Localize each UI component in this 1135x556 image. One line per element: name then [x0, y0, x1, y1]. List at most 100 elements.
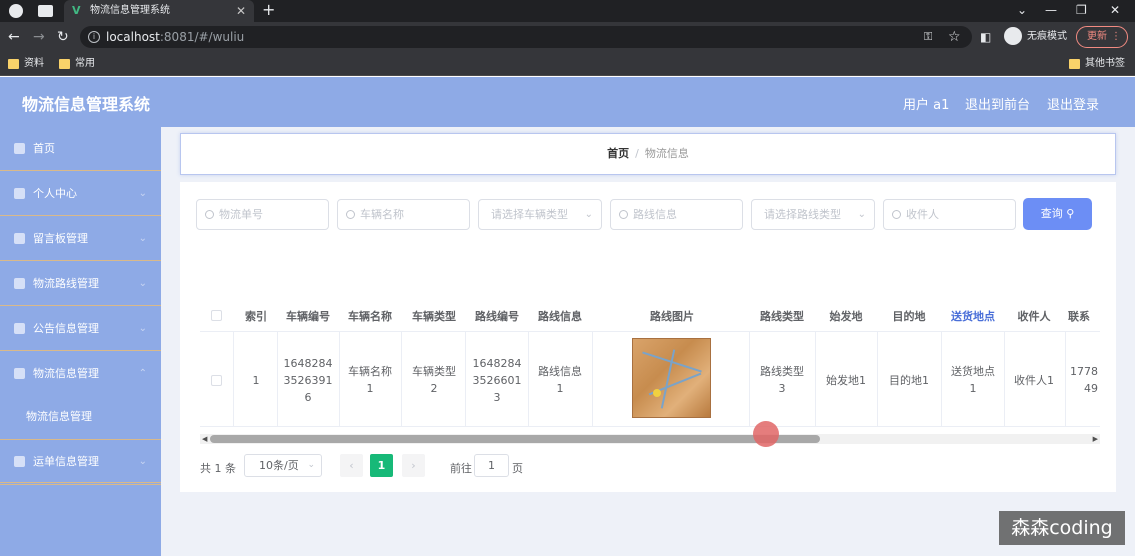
- select-all-checkbox[interactable]: [211, 310, 222, 321]
- column-header[interactable]: 送货地点: [944, 304, 1002, 330]
- row-checkbox[interactable]: [211, 375, 222, 386]
- cell-line: 路线类型: [760, 365, 804, 378]
- page-unit-label: 页: [512, 462, 523, 475]
- placeholder: 收件人: [906, 208, 939, 221]
- submenu-item-logistics[interactable]: 物流信息管理: [0, 397, 161, 437]
- search-icon: ⚲: [1066, 207, 1075, 220]
- cell-origin: 始发地1: [826, 374, 866, 387]
- column-header[interactable]: 车辆类型: [405, 304, 463, 330]
- cell-line: 3526391: [283, 374, 333, 387]
- route-info-input[interactable]: 路线信息: [610, 199, 743, 230]
- next-page-button[interactable]: ›: [402, 454, 425, 477]
- sidebar-item-notice[interactable]: 公告信息管理 ⌄: [0, 307, 161, 351]
- receiver-input[interactable]: 收件人: [883, 199, 1016, 230]
- cell-line: 车辆名称: [348, 365, 392, 378]
- cell-receiver: 收件人1: [1014, 374, 1054, 387]
- browser-tab[interactable]: V 物流信息管理系统 ✕: [64, 0, 254, 22]
- incognito-label: 无痕模式: [1027, 31, 1067, 42]
- cell-route-no: 1648284 3526601 3: [468, 355, 526, 406]
- column-header[interactable]: 索引: [236, 304, 276, 330]
- restore-icon[interactable]: ❐: [1076, 0, 1087, 20]
- bookmark-folder[interactable]: 其他书签: [1069, 56, 1125, 72]
- route-map-image[interactable]: [632, 338, 711, 418]
- close-icon[interactable]: ✕: [236, 0, 246, 22]
- vehicle-type-select[interactable]: 请选择车辆类型 ⌄: [478, 199, 602, 230]
- scroll-left-icon[interactable]: ◀: [202, 434, 207, 444]
- logout-link[interactable]: 退出登录: [1047, 94, 1099, 113]
- column-header[interactable]: 车辆名称: [341, 304, 399, 330]
- user-label[interactable]: 用户 a1: [903, 94, 949, 113]
- info-icon[interactable]: i: [88, 31, 100, 43]
- user-icon: [14, 323, 25, 334]
- cell-delivery: 送货地点 1: [944, 363, 1002, 397]
- minimize-icon[interactable]: —: [1045, 0, 1057, 20]
- chevron-down-icon: ⌄: [138, 456, 147, 467]
- sidebar-item-personal[interactable]: 个人中心 ⌄: [0, 172, 161, 216]
- bookmark-folder[interactable]: 资料: [8, 56, 44, 72]
- url-field[interactable]: i localhost:8081/#/wuliu: [80, 26, 972, 48]
- chevron-down-icon: ⌄: [857, 209, 866, 220]
- menu-dots-icon[interactable]: ⋮: [1111, 27, 1121, 47]
- sidebar-item-label: 公告信息管理: [33, 322, 99, 335]
- sidebar: 首页 个人中心 ⌄ 留言板管理 ⌄ 物流路线管理 ⌄ 公告信息管理 ⌄ 物流信息…: [0, 127, 161, 556]
- window-icon[interactable]: [38, 5, 53, 17]
- search-icon: [892, 210, 901, 219]
- page-number-button[interactable]: 1: [370, 454, 393, 477]
- scrollbar-thumb[interactable]: [210, 435, 820, 443]
- column-divider: [465, 332, 466, 426]
- update-button[interactable]: 更新 ⋮: [1076, 26, 1128, 48]
- column-header[interactable]: 路线图片: [632, 304, 712, 330]
- bookmark-label: 资料: [24, 58, 44, 69]
- bookmark-folder[interactable]: 常用: [59, 56, 95, 72]
- goto-page-input[interactable]: 1: [474, 454, 509, 477]
- column-header[interactable]: 联系: [1068, 304, 1100, 330]
- sidebar-item-waybill[interactable]: 运单信息管理 ⌄: [0, 439, 161, 483]
- back-icon[interactable]: ←: [8, 27, 20, 47]
- new-tab-icon[interactable]: +: [262, 0, 275, 20]
- key-icon[interactable]: ⚿: [924, 27, 932, 47]
- horizontal-scrollbar[interactable]: ◀ ▶: [200, 434, 1100, 444]
- incognito-icon[interactable]: [1004, 27, 1022, 45]
- column-header[interactable]: 车辆编号: [279, 304, 337, 330]
- sidebar-item-route[interactable]: 物流路线管理 ⌄: [0, 262, 161, 306]
- column-header[interactable]: 始发地: [818, 304, 874, 330]
- tab-title: 物流信息管理系统: [90, 5, 170, 16]
- chevron-down-icon[interactable]: ⌄: [1017, 0, 1027, 20]
- scroll-right-icon[interactable]: ▶: [1093, 434, 1098, 444]
- folder-icon: [59, 59, 70, 69]
- sidebar-item-home[interactable]: 首页: [0, 127, 161, 171]
- column-header[interactable]: 路线编号: [468, 304, 526, 330]
- query-button[interactable]: 查询 ⚲: [1023, 198, 1092, 230]
- cell-line: 1648284: [472, 357, 522, 370]
- reload-icon[interactable]: ↻: [57, 27, 69, 47]
- cell-vehicle-name: 车辆名称 1: [341, 363, 399, 397]
- column-header[interactable]: 路线信息: [531, 304, 589, 330]
- back-to-front-link[interactable]: 退出到前台: [965, 94, 1030, 113]
- vehicle-name-input[interactable]: 车辆名称: [337, 199, 470, 230]
- sidepanel-icon[interactable]: ◧: [980, 27, 991, 47]
- column-divider: [1065, 332, 1066, 426]
- column-header[interactable]: 收件人: [1006, 304, 1062, 330]
- tracking-number-input[interactable]: 物流单号: [196, 199, 329, 230]
- forward-icon[interactable]: →: [33, 27, 45, 47]
- sidebar-item-message-board[interactable]: 留言板管理 ⌄: [0, 217, 161, 261]
- placeholder: 路线信息: [633, 208, 677, 221]
- breadcrumb-home[interactable]: 首页: [607, 147, 629, 160]
- sidebar-item-logistics[interactable]: 物流信息管理 ⌃: [0, 352, 161, 396]
- column-header[interactable]: 路线类型: [752, 304, 812, 330]
- placeholder: 物流单号: [219, 208, 263, 221]
- cell-line: 1648284: [283, 357, 333, 370]
- star-icon[interactable]: ☆: [948, 27, 961, 47]
- column-header[interactable]: 目的地: [880, 304, 938, 330]
- globe-icon[interactable]: [9, 4, 23, 18]
- column-divider: [941, 332, 942, 426]
- url-path: :8081/#/wuliu: [159, 30, 245, 44]
- prev-page-button[interactable]: ‹: [340, 454, 363, 477]
- close-window-icon[interactable]: ✕: [1110, 0, 1120, 20]
- sidebar-item-label: 首页: [33, 142, 55, 155]
- page-size-select[interactable]: 10条/页 ⌄: [244, 454, 322, 477]
- chevron-down-icon: ⌄: [138, 233, 147, 244]
- route-type-select[interactable]: 请选择路线类型 ⌄: [751, 199, 875, 230]
- address-bar-row: ← → ↻ i localhost:8081/#/wuliu ⚿ ☆ ◧ 无痕模…: [0, 22, 1135, 52]
- cursor-highlight: [753, 421, 779, 447]
